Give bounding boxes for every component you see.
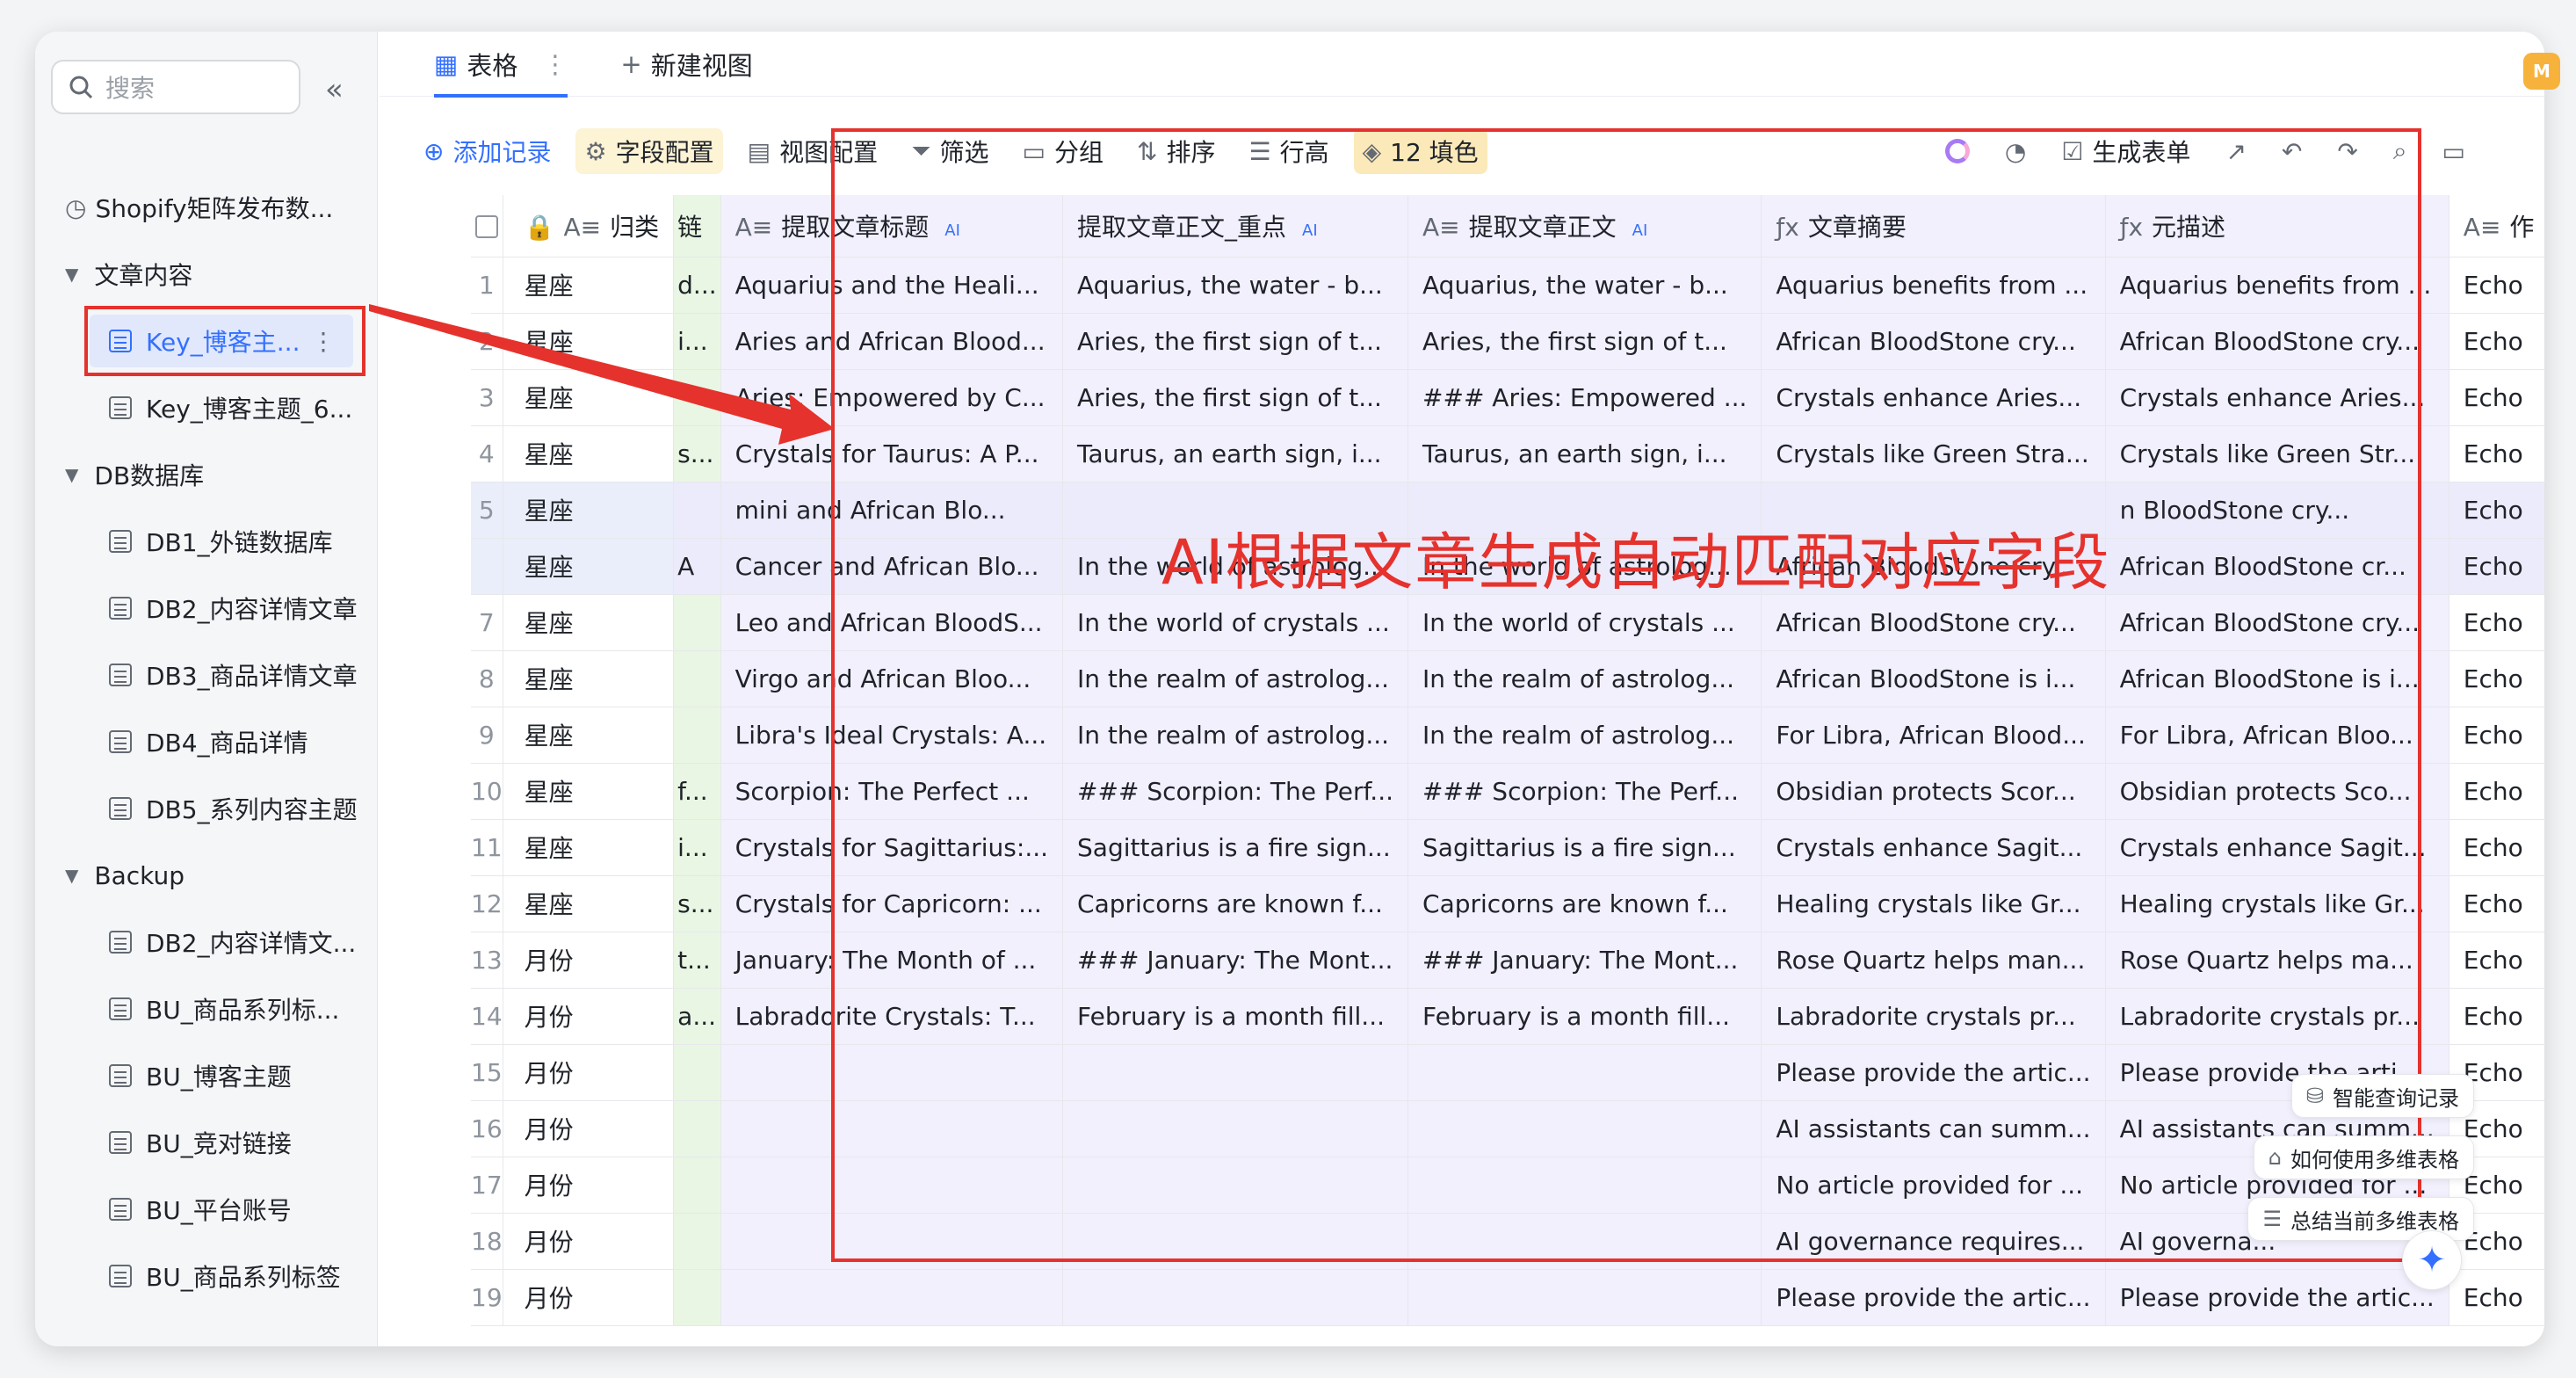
howto-label: 如何使用多维表格: [2290, 1147, 2459, 1172]
app-badge-icon[interactable]: M: [2523, 53, 2560, 90]
app-window: 搜索 « ◷ Shopify矩阵发布数... ▼ 文章内容 Key_博客主...…: [35, 32, 2544, 1346]
database-icon: ⛁: [2305, 1084, 2324, 1108]
annotation-text: AI根据文章生成自动匹配对应字段: [1161, 526, 2111, 598]
ai-assistant-sparkle-icon[interactable]: ✦: [2402, 1230, 2462, 1290]
graduation-icon: ⌂: [2268, 1145, 2282, 1170]
list-icon: ☰: [2262, 1207, 2282, 1231]
annotation-arrow-icon: [369, 304, 835, 445]
smart-query-button[interactable]: ⛁ 智能查询记录: [2290, 1074, 2474, 1118]
smart-query-label: 智能查询记录: [2333, 1085, 2459, 1111]
howto-button[interactable]: ⌂ 如何使用多维表格: [2253, 1135, 2474, 1179]
